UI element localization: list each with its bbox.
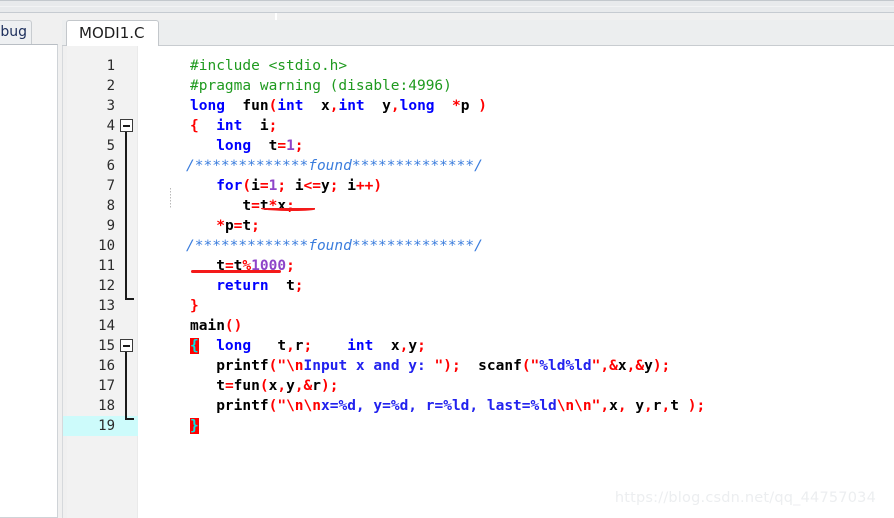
code-line: #include <stdio.h> [190, 56, 347, 76]
code-line: t=t%1000; [216, 258, 295, 274]
left-dock-panel: bug [0, 20, 62, 518]
line-number: 6 [106, 158, 115, 174]
tab-modi1-c[interactable]: MODI1.C [66, 20, 159, 47]
line-number: 3 [106, 98, 115, 114]
code-line: { long t,r; int x,y; [190, 338, 426, 354]
editor-tab-bar: MODI1.C [62, 20, 894, 47]
toolbar-divider-top [0, 0, 894, 1]
line-number: 14 [98, 318, 115, 334]
code-line: t=fun(x,y,&r); [216, 378, 339, 394]
code-line: long fun(int x,int y,long *p ) [190, 98, 487, 114]
code-token-preprocessor: #include <stdio.h> [190, 58, 348, 74]
code-token-comment: /*************found**************/ [186, 238, 483, 254]
code-line: t=t*x; [242, 198, 295, 214]
indent-guide [170, 188, 171, 208]
toolbar-divider-mid [0, 6, 894, 7]
line-number: 18 [98, 398, 115, 414]
code-line: /*************found**************/ [186, 156, 483, 176]
left-dock-panel-body [0, 44, 58, 518]
fold-toggle-region-1[interactable] [120, 119, 133, 132]
code-line: for(i=1; i<=y; i++) [216, 178, 383, 194]
line-number: 4 [106, 118, 115, 134]
code-token-preprocessor: #pragma warning (disable:4996) [190, 78, 452, 94]
code-line: printf("\n\nx=%d, y=%d, r=%ld, last=%ld\… [216, 398, 706, 414]
toolbar-seam [275, 13, 277, 20]
line-number: 17 [98, 378, 115, 394]
code-line: /*************found**************/ [186, 236, 483, 256]
code-line: } [190, 298, 199, 314]
matching-brace-open: { [190, 338, 199, 354]
fold-toggle-region-2[interactable] [120, 339, 133, 352]
left-dock-tab-debug[interactable]: bug [0, 20, 32, 44]
annotation-underline-line-11 [191, 270, 281, 273]
code-editor[interactable]: 1 2 3 4 5 6 7 8 9 10 11 12 13 14 15 16 1… [62, 46, 894, 518]
matching-brace-close: } [190, 418, 199, 434]
code-line: } [190, 416, 199, 436]
line-number: 1 [106, 58, 115, 74]
ide-window: bug MODI1.C 1 2 3 4 5 6 7 8 9 10 11 12 1… [0, 0, 894, 518]
line-number: 10 [98, 238, 115, 254]
fold-line-region-2 [125, 352, 127, 420]
code-line: { int i; [190, 118, 278, 134]
line-number: 2 [106, 78, 115, 94]
line-number: 12 [98, 278, 115, 294]
toolbar-gap [0, 13, 894, 20]
toolbar-strip [0, 0, 894, 13]
code-token-comment: /*************found**************/ [186, 158, 483, 174]
line-number: 16 [98, 358, 115, 374]
fold-foot-region-2 [125, 418, 134, 420]
code-line: #pragma warning (disable:4996) [190, 76, 452, 96]
code-line: main() [190, 318, 243, 334]
code-text-area[interactable]: #include <stdio.h> #pragma warning (disa… [138, 46, 894, 518]
line-number: 8 [106, 198, 115, 214]
fold-line-region-1 [125, 132, 127, 300]
watermark-text: https://blog.csdn.net/qq_44757034 [614, 490, 876, 506]
line-number: 19 [98, 418, 115, 434]
code-line: printf("\nInput x and y: "); scanf("%ld%… [216, 358, 671, 374]
code-line: *p=t; [216, 218, 260, 234]
code-line: long t=1; [216, 138, 304, 154]
fold-foot-region-1 [125, 298, 134, 300]
line-number: 11 [98, 258, 115, 274]
line-number: 5 [106, 138, 115, 154]
line-number: 13 [98, 298, 115, 314]
line-number: 9 [106, 218, 115, 234]
line-number: 15 [98, 338, 115, 354]
line-number: 7 [106, 178, 115, 194]
code-line: return t; [216, 278, 304, 294]
